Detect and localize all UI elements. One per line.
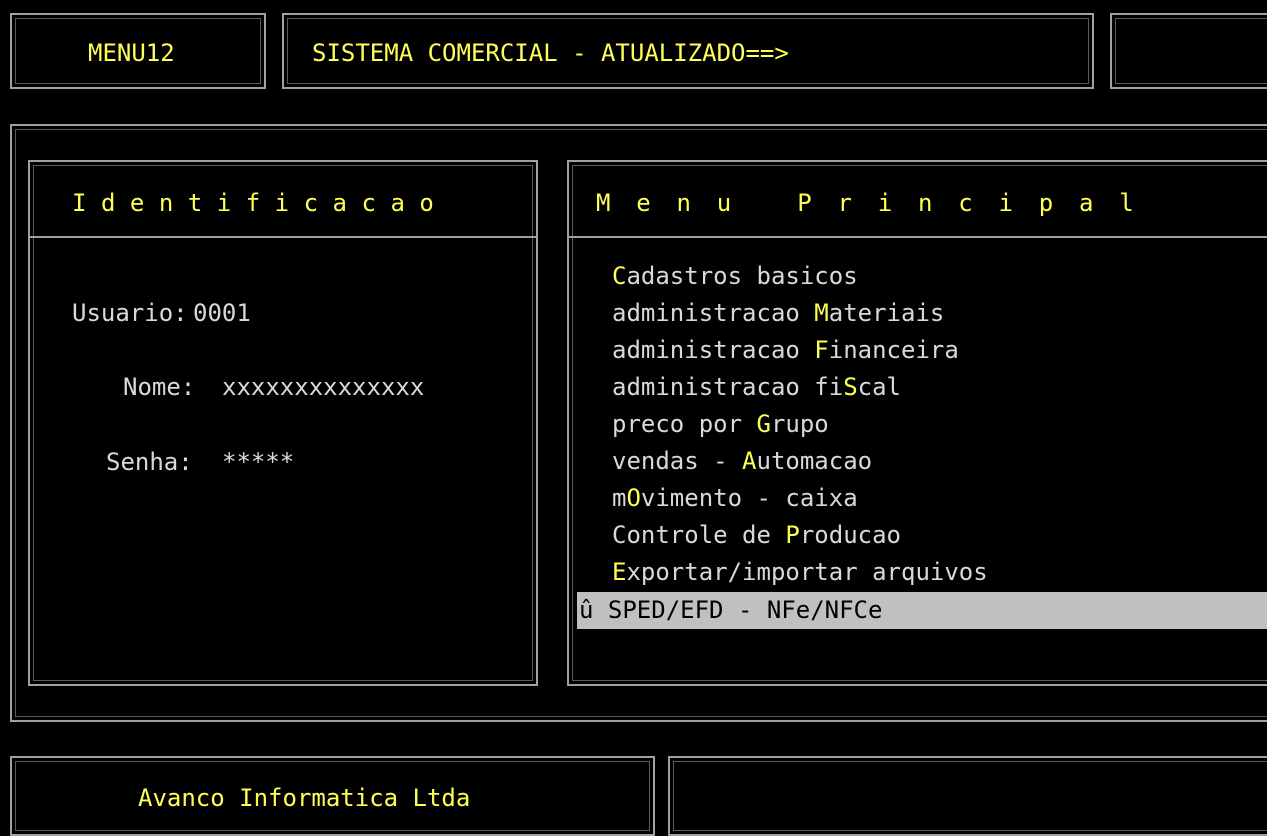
selected-menu-item[interactable]: û SPED/EFD - NFe/NFCe [579, 592, 882, 629]
menu-item[interactable]: administracao Materiais [612, 295, 944, 331]
nome-label: Nome: [123, 373, 196, 401]
menu-item-hotkey: A [742, 447, 757, 475]
menu-item-text: adastros basicos [626, 262, 858, 290]
menu-item[interactable]: Cadastros basicos [612, 258, 858, 294]
menu-item-text: rupo [770, 410, 829, 438]
menu-item-text: cal [857, 373, 901, 401]
senha-value[interactable]: ***** [222, 447, 294, 477]
menu-item-text: administracao [612, 336, 815, 364]
menu-item-hotkey: C [612, 262, 627, 290]
menu-item-hotkey: E [612, 558, 627, 586]
menu-item-text: preco por [612, 410, 757, 438]
menu-principal-title: Menu Principal [596, 189, 1160, 217]
header-right-box [1110, 13, 1267, 89]
menu-item[interactable]: Controle de Producao [612, 517, 901, 553]
menu-principal-divider [569, 236, 1267, 238]
menu-item-hotkey: P [785, 521, 800, 549]
footer-right-box [668, 756, 1267, 836]
menu-item-text: vimento - caixa [640, 484, 858, 512]
menu-item[interactable]: mOvimento - caixa [612, 480, 858, 516]
menu-item-hotkey: O [626, 484, 641, 512]
menu-item[interactable]: administracao fiScal [612, 369, 901, 405]
menu-item-hotkey: M [814, 299, 829, 327]
menu-item-hotkey: S [843, 373, 858, 401]
menu-item-text: administracao fi [612, 373, 844, 401]
menu-item-hotkey: G [756, 410, 771, 438]
menu-item-text: utomacao [756, 447, 873, 475]
menu-item[interactable]: vendas - Automacao [612, 443, 872, 479]
senha-label: Senha: [106, 448, 193, 476]
program-code: MENU12 [88, 39, 175, 67]
system-title: SISTEMA COMERCIAL - ATUALIZADO==> [312, 39, 789, 67]
menu-item-hotkey: F [814, 336, 829, 364]
menu-item[interactable]: preco por Grupo [612, 406, 829, 442]
menu-item-text: vendas - [612, 447, 743, 475]
menu-item-text: inanceira [828, 336, 959, 364]
menu-item-text: roducao [799, 521, 901, 549]
menu-item-text: administracao [612, 299, 815, 327]
selected-menu-label: SPED/EFD - NFe/NFCe [607, 596, 883, 624]
usuario-label: Usuario: [72, 299, 188, 327]
identificacao-divider [30, 236, 536, 238]
menu-item[interactable]: administracao Financeira [612, 332, 959, 368]
menu-item-text: ateriais [828, 299, 945, 327]
identificacao-panel [28, 160, 538, 686]
nome-value[interactable]: xxxxxxxxxxxxxx [222, 372, 424, 402]
menu-item-text: m [612, 484, 627, 512]
menu-item-text: xportar/importar arquivos [626, 558, 988, 586]
selection-marker: û [579, 596, 594, 624]
usuario-value[interactable]: 0001 [193, 298, 251, 328]
identificacao-title: Identificacao [72, 189, 449, 217]
menu-item-text: Controle de [612, 521, 786, 549]
company-name: Avanco Informatica Ltda [138, 784, 471, 812]
menu-item[interactable]: Exportar/importar arquivos [612, 554, 988, 590]
